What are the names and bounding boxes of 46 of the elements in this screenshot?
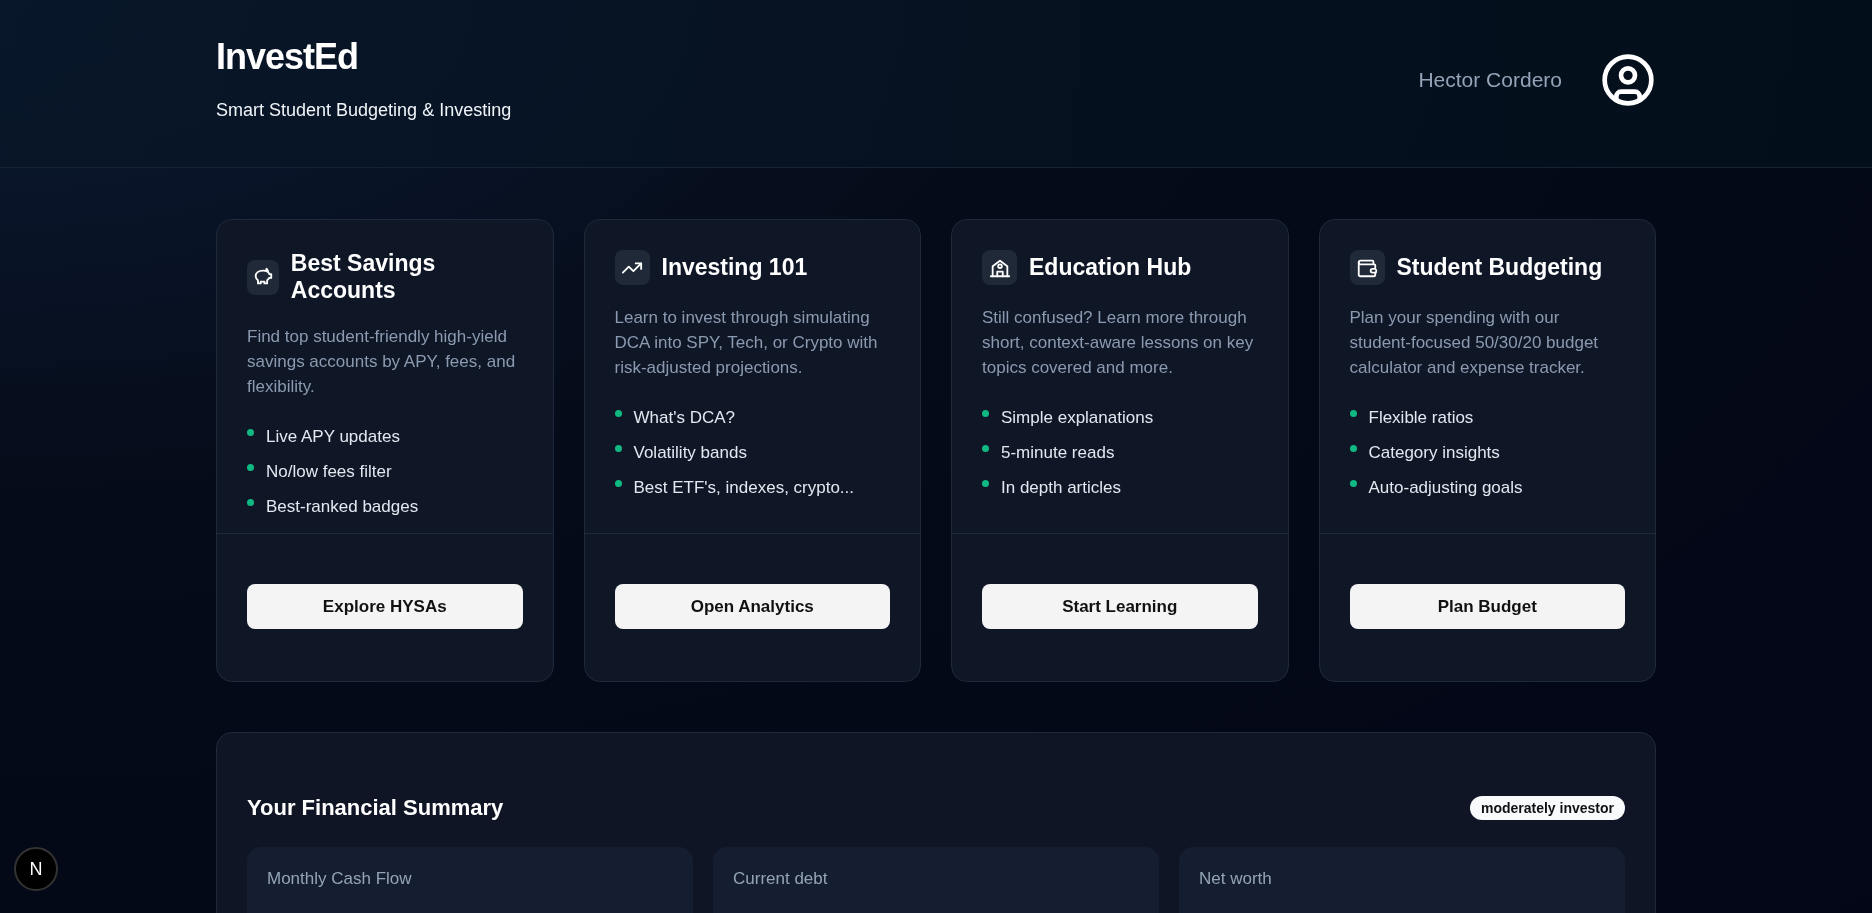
feature-item: 5-minute reads <box>1001 442 1115 464</box>
stat-label: Monthly Cash Flow <box>267 869 413 889</box>
investor-badge: moderately investor <box>1469 796 1625 820</box>
feature-item: No/low fees filter <box>266 461 392 483</box>
card-title: Best Savings Accounts <box>290 250 437 304</box>
feature-item: Flexible ratios <box>1368 407 1474 429</box>
card-description: Find top student-friendly high-yield savings accounts by APY, fees, and flexibility. <box>247 326 517 398</box>
tagline: Smart Student Budgeting & Investing <box>216 100 512 121</box>
feature-item: Category insights <box>1368 442 1500 464</box>
bullet-icon <box>982 480 989 487</box>
bullet-icon <box>614 445 622 452</box>
card-description: Learn to invest through simulating DCA into SPY, Tech, or Crypto with risk-adjusted projections. <box>614 307 879 379</box>
card-action-button[interactable]: Plan Budget <box>1349 584 1625 629</box>
feature-item: Best ETF's, indexes, crypto... <box>633 477 855 499</box>
card-title: Investing 101 <box>661 254 808 281</box>
stat-label: Current debt <box>733 869 829 889</box>
feature-item: Simple explanations <box>1001 407 1154 429</box>
bullet-icon <box>614 410 622 417</box>
bullet-icon <box>1349 480 1357 487</box>
bullet-icon <box>247 499 254 506</box>
card-title: Student Budgeting <box>1396 254 1603 281</box>
stat-label: Net worth <box>1199 869 1273 889</box>
feature-item: Auto-adjusting goals <box>1368 477 1523 499</box>
summary-title: Your Financial Summary <box>247 795 504 821</box>
card-action-button[interactable]: Start Learning <box>982 584 1258 629</box>
bullet-icon <box>247 429 254 436</box>
feature-item: Live APY updates <box>266 426 400 448</box>
feature-item: What's DCA? <box>633 407 735 429</box>
card-description: Still confused? Learn more through short, context-aware lessons on key topics covered and more. <box>982 307 1255 379</box>
bullet-icon <box>1349 410 1357 417</box>
card-action-button[interactable]: Explore HYSAs <box>247 584 523 629</box>
bullet-icon <box>1349 445 1357 452</box>
dev-tools-button[interactable]: N <box>14 847 58 891</box>
user-avatar-icon[interactable] <box>1600 52 1656 108</box>
card-description: Plan your spending with our student-focused 50/30/20 budget calculator and expense tracker. <box>1349 307 1600 379</box>
bullet-icon <box>247 464 254 471</box>
feature-item: In depth articles <box>1001 477 1121 499</box>
app-logo: InvestEd <box>216 36 360 78</box>
bullet-icon <box>614 480 622 487</box>
card-action-button[interactable]: Open Analytics <box>614 584 890 629</box>
card-title: Education Hub <box>1029 254 1192 281</box>
feature-item: Best-ranked badges <box>266 496 419 518</box>
bullet-icon <box>982 410 989 417</box>
user-name: Hector Cordero <box>1418 68 1562 92</box>
feature-item: Volatility bands <box>633 442 747 464</box>
bullet-icon <box>982 445 989 452</box>
